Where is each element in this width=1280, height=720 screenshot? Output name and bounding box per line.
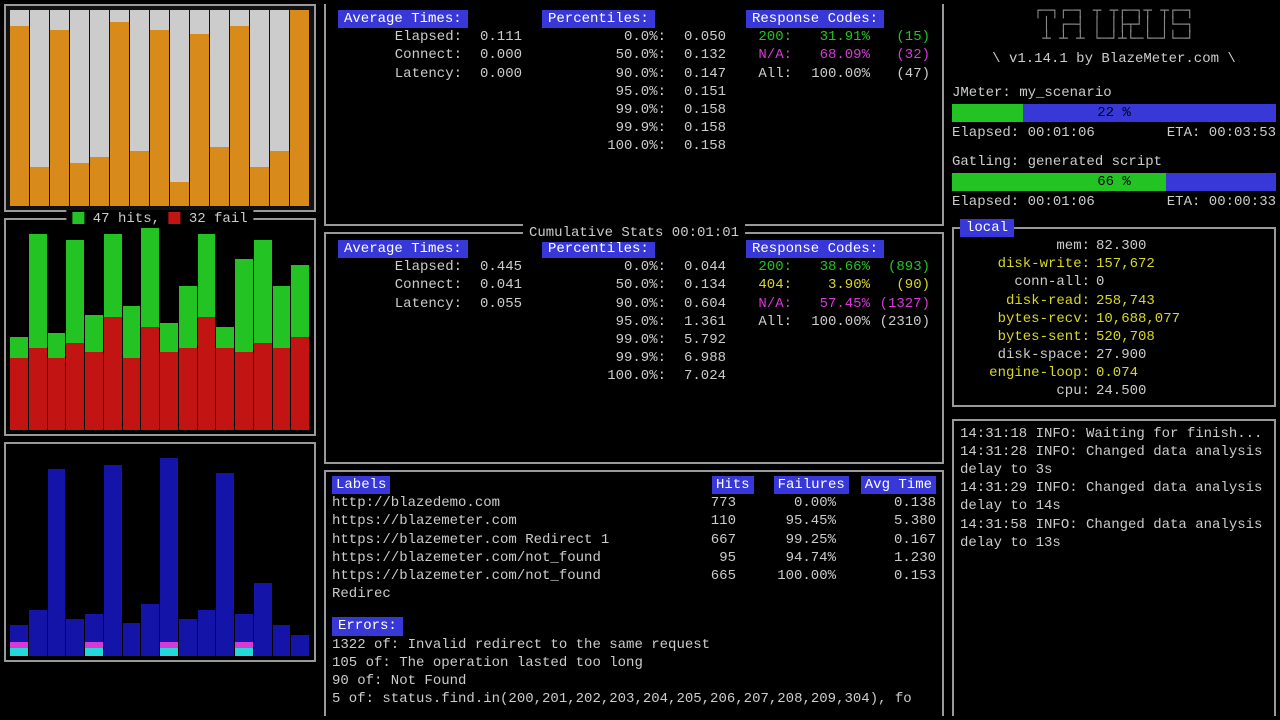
label-row: https://blazemeter.com Redirect 166799.2… [332, 531, 936, 549]
response-code-row: 404:3.90%(90) [746, 276, 930, 294]
elapsed-text: Elapsed: 00:01:06 [952, 193, 1095, 211]
local-title: local [960, 219, 1014, 237]
stat-row: 50.0%:0.134 [542, 276, 726, 294]
avg-times-header: Average Times: [338, 10, 468, 28]
local-metric: bytes-recv:10,688,077 [960, 310, 1268, 328]
local-metric: disk-read:258,743 [960, 292, 1268, 310]
error-line: 90 of: Not Found [332, 672, 936, 690]
stat-row: 95.0%:1.361 [542, 313, 726, 331]
chart-1-bars [10, 10, 310, 206]
labels-panel: Labels Hits Failures Avg Time http://bla… [324, 470, 944, 716]
response-codes-header: Response Codes: [746, 10, 884, 28]
local-metric: engine-loop:0.074 [960, 364, 1268, 382]
stat-row: 99.0%:5.792 [542, 331, 726, 349]
label-row: https://blazemeter.com/not_found9594.74%… [332, 549, 936, 567]
cum-pct-header: Percentiles: [542, 240, 655, 258]
byline: \ v1.14.1 by BlazeMeter.com \ [952, 50, 1276, 68]
logo-block: ┌─┐┌─┐ ┬ ┬┌─┐┬ ┬┌─┐ │ ┌─┤ │ │├┬┘│ │└─┐ ┴… [952, 4, 1276, 68]
stat-row: 50.0%:0.132 [542, 46, 726, 64]
stat-row: Elapsed:0.445 [338, 258, 522, 276]
log-panel: 14:31:18 INFO: Waiting for finish...14:3… [952, 419, 1276, 716]
stat-row: 99.0%:0.158 [542, 101, 726, 119]
labels-header: Labels [332, 476, 390, 494]
executor-block: Gatling: generated script 66 % Elapsed: … [952, 153, 1276, 211]
elapsed-text: Elapsed: 00:01:06 [952, 124, 1095, 142]
stat-row: Latency:0.000 [338, 65, 522, 83]
stat-row: 0.0%:0.044 [542, 258, 726, 276]
executor-block: JMeter: my_scenario 22 % Elapsed: 00:01:… [952, 84, 1276, 142]
log-line: 14:31:18 INFO: Waiting for finish... [960, 425, 1268, 443]
cumulative-stats-panel: Cumulative Stats 00:01:01 Average Times:… [324, 232, 944, 464]
local-panel: local mem:82.300disk-write:157,672conn-a… [952, 227, 1276, 407]
response-code-row: All:100.00%(2310) [746, 313, 930, 331]
stat-row: 99.9%:0.158 [542, 119, 726, 137]
local-metric: bytes-sent:520,708 [960, 328, 1268, 346]
stat-row: 95.0%:0.151 [542, 83, 726, 101]
stat-row: 0.0%:0.050 [542, 28, 726, 46]
chart-1-panel [4, 4, 316, 212]
error-line: 5 of: status.find.in(200,201,202,203,204… [332, 690, 936, 708]
label-row: http://blazedemo.com7730.00%0.138 [332, 494, 936, 512]
response-code-row: 200:38.66%(893) [746, 258, 930, 276]
label-row: https://blazemeter.com/not_found Redirec… [332, 567, 936, 603]
cum-avg-header: Average Times: [338, 240, 468, 258]
label-row: https://blazemeter.com11095.45%5.380 [332, 512, 936, 530]
stat-row: 100.0%:0.158 [542, 137, 726, 155]
hits-header: Hits [712, 476, 754, 494]
error-line: 105 of: The operation lasted too long [332, 654, 936, 672]
stat-row: Connect:0.000 [338, 46, 522, 64]
error-line: 1322 of: Invalid redirect to the same re… [332, 636, 936, 654]
executor-name: Gatling: generated script [952, 153, 1276, 171]
local-metric: conn-all:0 [960, 273, 1268, 291]
stat-row: 99.9%:6.988 [542, 349, 726, 367]
interval-stats-panel: Average Times: Elapsed:0.111Connect:0.00… [324, 4, 944, 226]
response-code-row: N/A:57.45%(1327) [746, 295, 930, 313]
progress-text: 66 % [952, 173, 1276, 191]
log-line: 14:31:28 INFO: Changed data analysis del… [960, 443, 1268, 479]
stat-row: 90.0%:0.604 [542, 295, 726, 313]
chart-3-panel [4, 442, 316, 662]
failures-header: Failures [774, 476, 849, 494]
log-line: 14:31:29 INFO: Changed data analysis del… [960, 479, 1268, 515]
local-metric: disk-space:27.900 [960, 346, 1268, 364]
response-code-row: N/A:68.09%(32) [746, 46, 930, 64]
progress-bar: 66 % [952, 173, 1276, 191]
taurus-logo-ascii: ┌─┐┌─┐ ┬ ┬┌─┐┬ ┬┌─┐ │ ┌─┤ │ │├┬┘│ │└─┐ ┴… [952, 4, 1276, 46]
stat-row: 90.0%:0.147 [542, 65, 726, 83]
local-metric: mem:82.300 [960, 237, 1268, 255]
hits-fail-chart-panel: 47 hits, 32 fail [4, 218, 316, 436]
response-code-row: All:100.00%(47) [746, 65, 930, 83]
log-line: 14:31:58 INFO: Changed data analysis del… [960, 516, 1268, 552]
eta-text: ETA: 00:00:33 [1167, 193, 1276, 211]
response-code-row: 200:31.91%(15) [746, 28, 930, 46]
stat-row: Elapsed:0.111 [338, 28, 522, 46]
percentiles-header: Percentiles: [542, 10, 655, 28]
executor-name: JMeter: my_scenario [952, 84, 1276, 102]
local-metric: cpu:24.500 [960, 382, 1268, 400]
progress-bar: 22 % [952, 104, 1276, 122]
errors-header: Errors: [332, 617, 403, 635]
eta-text: ETA: 00:03:53 [1167, 124, 1276, 142]
stat-row: Latency:0.055 [338, 295, 522, 313]
local-metric: disk-write:157,672 [960, 255, 1268, 273]
stat-row: 100.0%:7.024 [542, 367, 726, 385]
progress-text: 22 % [952, 104, 1276, 122]
stat-row: Connect:0.041 [338, 276, 522, 294]
avgtime-header: Avg Time [861, 476, 936, 494]
cum-rc-header: Response Codes: [746, 240, 884, 258]
cumulative-title: Cumulative Stats 00:01:01 [523, 224, 745, 242]
